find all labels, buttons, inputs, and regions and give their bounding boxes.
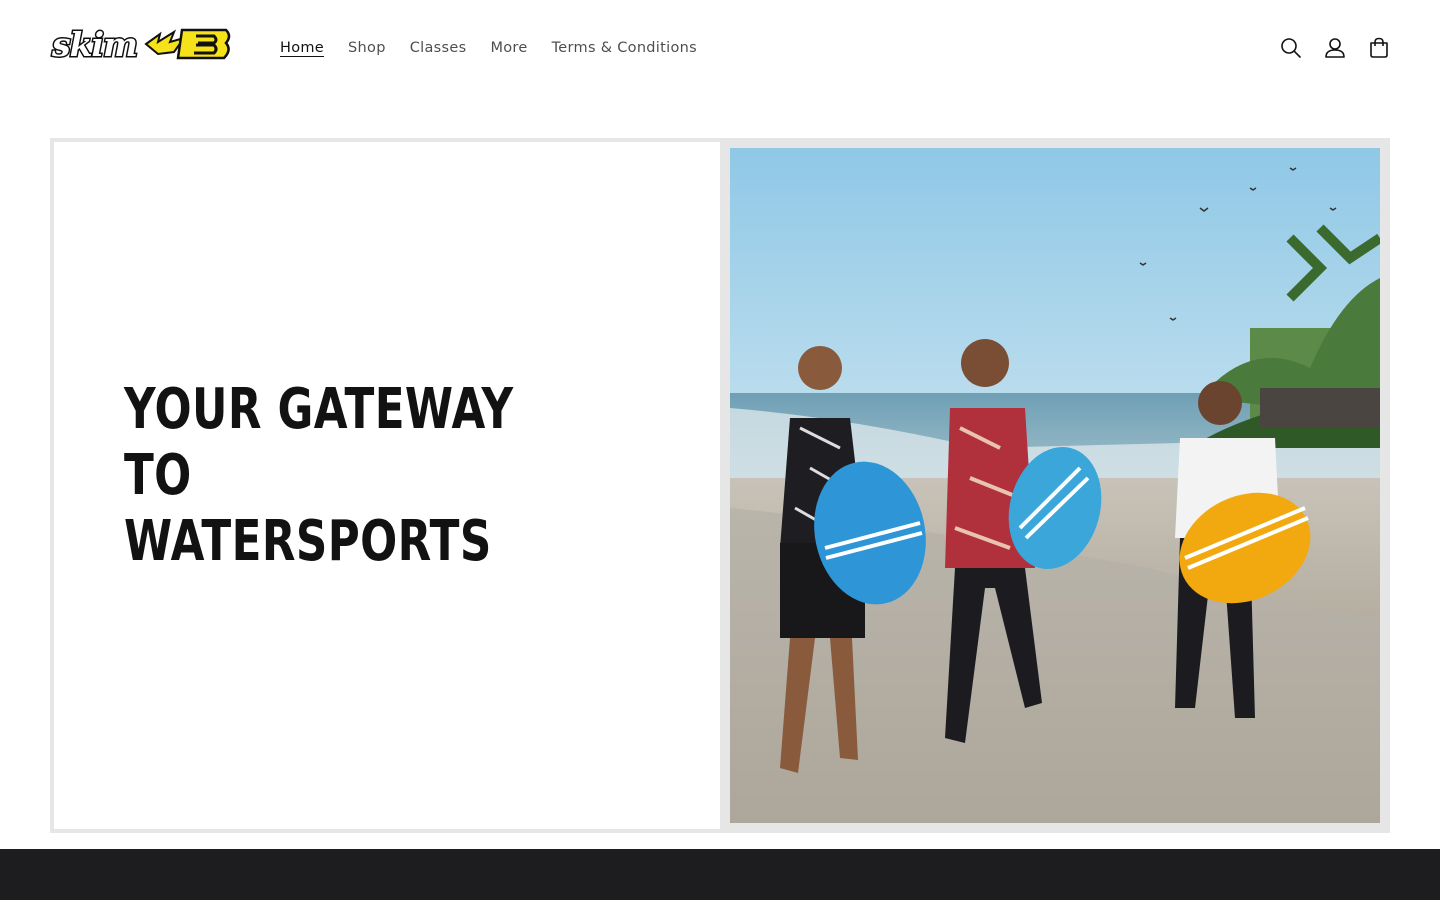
hero-image <box>730 148 1380 823</box>
skimb-logo-icon: skim skim <box>50 24 231 66</box>
main-nav: Home Shop Classes More Terms & Condition… <box>268 36 709 60</box>
cart-icon <box>1370 37 1388 58</box>
nav-more[interactable]: More <box>478 36 539 60</box>
beach-photo-icon <box>730 148 1380 823</box>
hero-banner: YOUR GATEWAY TO WATERSPORTS <box>50 138 1390 833</box>
account-button[interactable] <box>1320 30 1350 66</box>
hero-heading: YOUR GATEWAY TO WATERSPORTS <box>124 377 514 574</box>
nav-home[interactable]: Home <box>268 36 336 60</box>
hero-text-panel: YOUR GATEWAY TO WATERSPORTS <box>54 142 720 829</box>
search-button[interactable] <box>1276 30 1306 66</box>
nav-shop[interactable]: Shop <box>336 36 398 60</box>
nav-terms[interactable]: Terms & Conditions <box>540 36 709 60</box>
svg-text:skim: skim <box>51 26 137 62</box>
site-header: skim skim Home Shop Classes More Terms &… <box>0 0 1440 96</box>
nav-classes[interactable]: Classes <box>398 36 479 60</box>
account-icon <box>1325 38 1345 58</box>
brand-logo[interactable]: skim skim <box>50 24 232 66</box>
cart-button[interactable] <box>1364 30 1394 66</box>
search-icon <box>1281 38 1301 58</box>
footer-strip <box>0 849 1440 900</box>
header-icons <box>1276 30 1394 66</box>
